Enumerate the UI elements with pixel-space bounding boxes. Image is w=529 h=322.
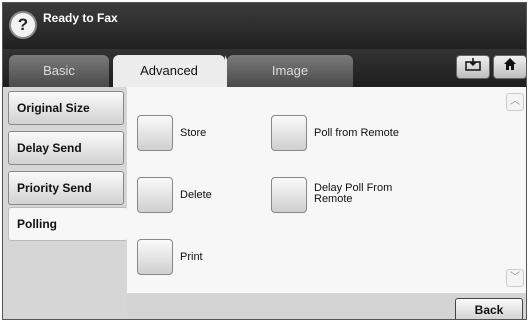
sidebar-item-delay-send[interactable]: Delay Send bbox=[8, 131, 124, 165]
delete-label: Delete bbox=[180, 189, 212, 201]
title-bar: ? Ready to Fax bbox=[3, 3, 526, 49]
sidebar: Original Size Delay Send Priority Send P… bbox=[3, 87, 128, 319]
scroll-down-button[interactable]: ﹀ bbox=[506, 269, 524, 287]
delete-button[interactable] bbox=[137, 177, 173, 213]
tab-advanced[interactable]: Advanced bbox=[113, 55, 239, 87]
screen-title: Ready to Fax bbox=[43, 11, 118, 25]
back-button[interactable]: Back bbox=[455, 298, 523, 319]
sidebar-item-priority-send[interactable]: Priority Send bbox=[8, 171, 124, 205]
fax-screen: ? Ready to Fax Basic Advanced Image Orig… bbox=[2, 2, 527, 320]
home-icon bbox=[504, 58, 516, 70]
store-label: Store bbox=[180, 127, 207, 139]
poll-from-remote-button[interactable] bbox=[271, 115, 307, 151]
tab-bar: Basic Advanced Image bbox=[3, 49, 526, 87]
store-button[interactable] bbox=[137, 115, 173, 151]
home-button[interactable] bbox=[493, 55, 526, 79]
tab-basic[interactable]: Basic bbox=[9, 55, 109, 87]
tray-icon bbox=[465, 58, 481, 71]
scroll-up-button[interactable]: ︿ bbox=[506, 93, 524, 111]
sidebar-item-polling[interactable]: Polling bbox=[8, 207, 128, 241]
print-label: Print bbox=[180, 251, 203, 263]
delay-poll-label-line2: Remote bbox=[314, 193, 353, 205]
scrollbar[interactable]: ︿ ﹀ bbox=[506, 93, 524, 289]
content-area: Original Size Delay Send Priority Send P… bbox=[3, 87, 526, 319]
poll-from-remote-label: Poll from Remote bbox=[314, 127, 399, 139]
store-button[interactable] bbox=[456, 55, 490, 79]
delay-poll-from-remote-button[interactable] bbox=[271, 177, 307, 213]
tab-image[interactable]: Image bbox=[227, 55, 353, 87]
sidebar-item-original-size[interactable]: Original Size bbox=[8, 91, 124, 125]
help-icon[interactable]: ? bbox=[9, 11, 37, 39]
print-button[interactable] bbox=[137, 239, 173, 275]
